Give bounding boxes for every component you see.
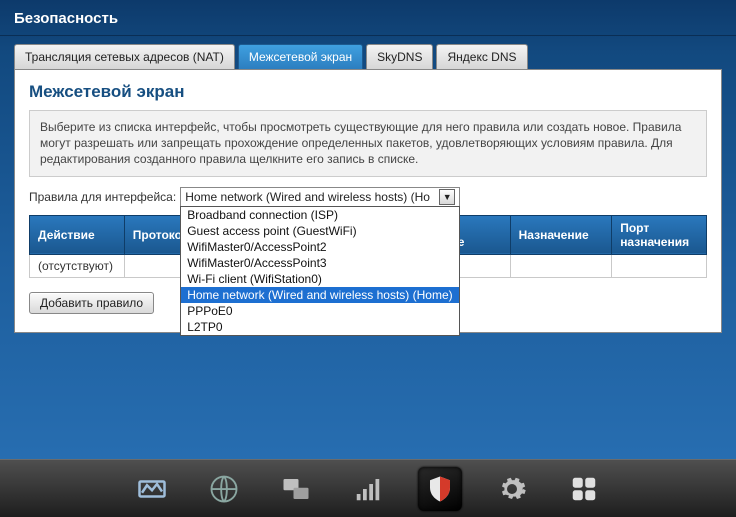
interface-option[interactable]: Home network (Wired and wireless hosts) …	[181, 287, 459, 303]
signal-icon[interactable]	[346, 467, 390, 511]
globe-icon[interactable]	[202, 467, 246, 511]
interface-option[interactable]: PPPoE0	[181, 303, 459, 319]
interface-option[interactable]: WifiMaster0/AccessPoint2	[181, 239, 459, 255]
info-text: Выберите из списка интерфейс, чтобы прос…	[29, 110, 707, 177]
add-rule-button[interactable]: Добавить правило	[29, 292, 154, 314]
tab-bar: Трансляция сетевых адресов (NAT)Межсетев…	[0, 36, 736, 69]
apps-icon[interactable]	[562, 467, 606, 511]
interface-option[interactable]: Guest access point (GuestWiFi)	[181, 223, 459, 239]
interface-combo-field[interactable]: Home network (Wired and wireless hosts) …	[180, 187, 460, 207]
page-title: Безопасность	[0, 0, 736, 36]
shield-icon[interactable]	[418, 467, 462, 511]
interface-combo[interactable]: Home network (Wired and wireless hosts) …	[180, 187, 460, 207]
dashboard-icon[interactable]	[130, 467, 174, 511]
interface-combo-value: Home network (Wired and wireless hosts) …	[185, 190, 430, 204]
gear-icon[interactable]	[490, 467, 534, 511]
firewall-panel: Межсетевой экран Выберите из списка инте…	[14, 69, 722, 333]
interface-option[interactable]: Broadband connection (ISP)	[181, 207, 459, 223]
tab-яндекс-dns[interactable]: Яндекс DNS	[436, 44, 527, 69]
table-header-cell: Назначение	[510, 215, 612, 254]
tab-межсетевой-экран[interactable]: Межсетевой экран	[238, 44, 363, 69]
interface-label: Правила для интерфейса:	[29, 190, 176, 204]
interface-dropdown[interactable]: Broadband connection (ISP)Guest access p…	[180, 206, 460, 336]
empty-cell: (отсутствуют)	[30, 254, 125, 277]
footer-navbar	[0, 459, 736, 517]
tab-skydns[interactable]: SkyDNS	[366, 44, 433, 69]
chevron-down-icon[interactable]: ▼	[439, 189, 455, 205]
interface-selector-row: Правила для интерфейса: Home network (Wi…	[29, 187, 707, 207]
devices-icon[interactable]	[274, 467, 318, 511]
tab-трансляция-сетевых-адресов-nat-[interactable]: Трансляция сетевых адресов (NAT)	[14, 44, 235, 69]
table-header-cell: Действие	[30, 215, 125, 254]
interface-option[interactable]: WifiMaster0/AccessPoint3	[181, 255, 459, 271]
panel-title: Межсетевой экран	[29, 80, 707, 110]
interface-option[interactable]: Wi-Fi client (WifiStation0)	[181, 271, 459, 287]
table-header-cell: Порт назначения	[612, 215, 707, 254]
table-header-cell: Протокол	[124, 215, 185, 254]
interface-option[interactable]: L2TP0	[181, 319, 459, 335]
